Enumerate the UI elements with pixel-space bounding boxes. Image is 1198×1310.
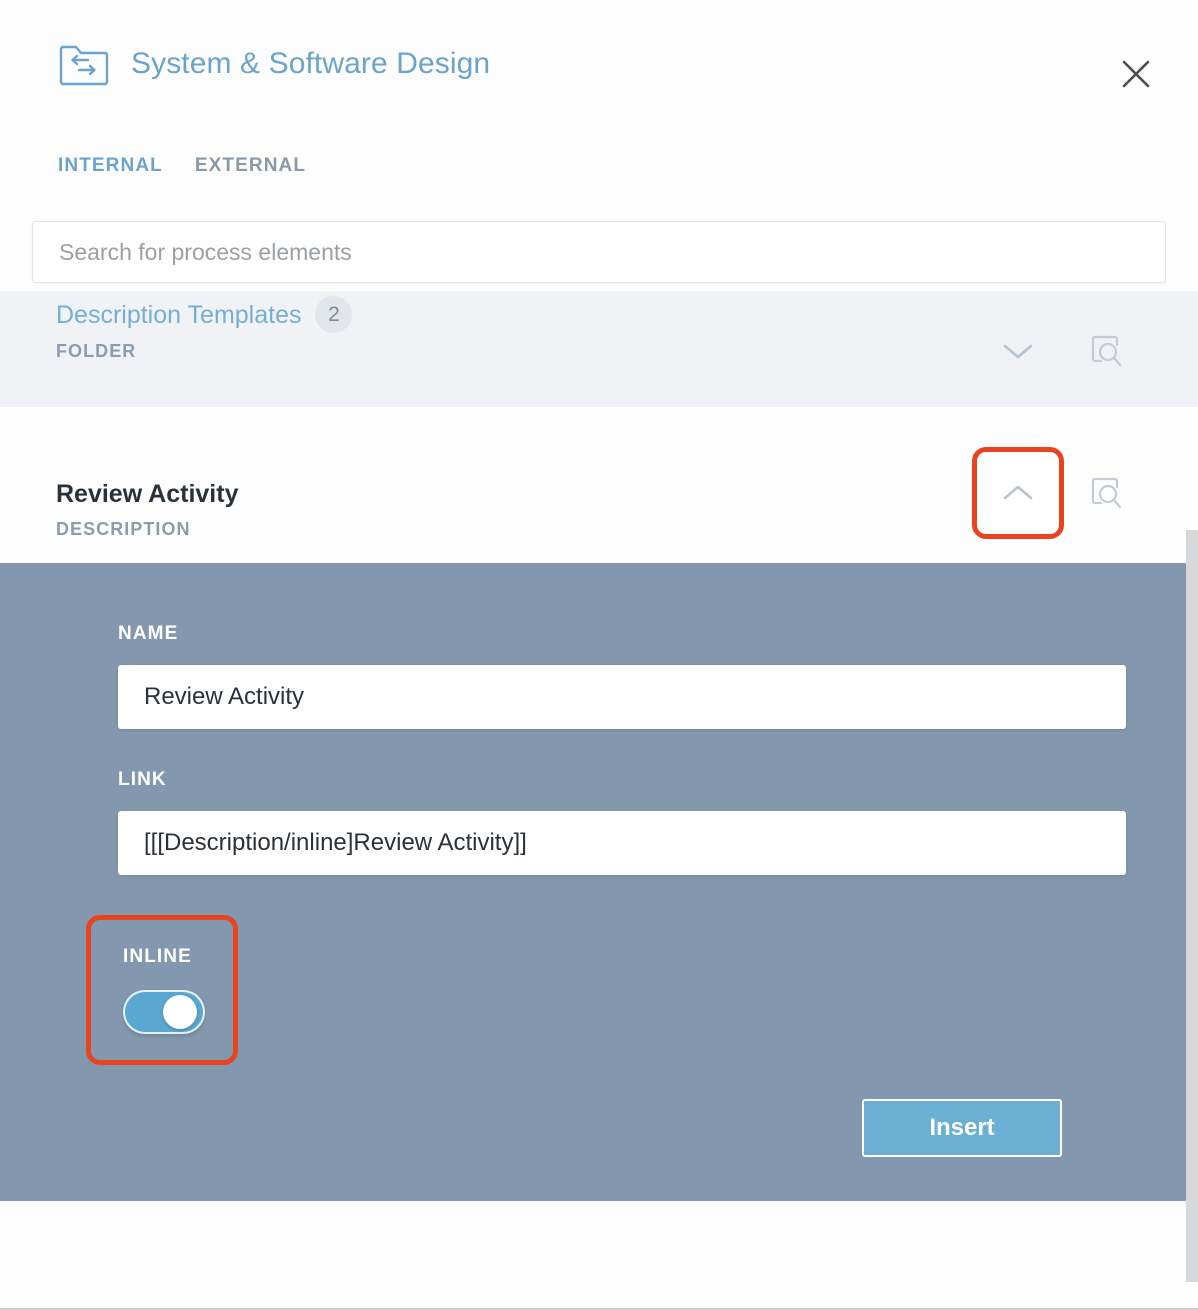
dialog-title-group: System & Software Design (58, 42, 490, 86)
link-field-group: LINK (62, 769, 1126, 875)
list-item-title: Review Activity (56, 480, 239, 508)
preview-folder-button[interactable] (1064, 309, 1148, 393)
page-title: System & Software Design (131, 47, 491, 80)
link-input[interactable] (118, 811, 1126, 875)
preview-element-button[interactable] (1064, 451, 1148, 535)
list-item-actions (972, 305, 1148, 397)
list-item-type: DESCRIPTION (56, 519, 191, 539)
chevron-up-icon (1000, 481, 1036, 505)
chevron-down-icon (1000, 339, 1036, 363)
close-icon (1119, 57, 1153, 91)
dialog-header: System & Software Design (0, 0, 1198, 136)
results-list: Description Templates 2 FOLDER Review Ac… (0, 291, 1198, 1310)
list-item-actions (972, 447, 1148, 539)
preview-search-icon (1087, 474, 1125, 512)
scrollbar-thumb[interactable] (1186, 530, 1198, 1282)
preview-search-icon (1087, 332, 1125, 370)
dialog-footer-strip (0, 1283, 1198, 1310)
tab-external[interactable]: EXTERNAL (195, 153, 306, 179)
insert-element-dialog: System & Software Design INTERNAL EXTERN… (0, 0, 1198, 1310)
name-field-group: NAME (62, 623, 1126, 729)
list-item[interactable]: Description Templates 2 FOLDER (0, 291, 1198, 407)
scrollbar-track[interactable] (1186, 0, 1198, 1310)
list-item-title-line: Review Activity (56, 477, 238, 511)
list-item-title[interactable]: Description Templates (56, 298, 301, 332)
name-field-label: NAME (118, 623, 179, 644)
insert-link-panel: NAME LINK INLINE Insert (0, 563, 1186, 1201)
expand-folder-button[interactable] (972, 305, 1064, 397)
collapse-element-button[interactable] (972, 447, 1064, 539)
status-badge: 2 (315, 296, 353, 333)
folder-exchange-icon (58, 42, 110, 86)
panel-footer: Insert (62, 1099, 1124, 1157)
list-item-title-line: Description Templates 2 (56, 296, 353, 333)
close-button[interactable] (1112, 50, 1160, 98)
list-item-type: FOLDER (56, 341, 137, 361)
insert-button[interactable]: Insert (862, 1099, 1062, 1157)
list-item-text: Review Activity DESCRIPTION (56, 477, 238, 540)
inline-toggle-label: INLINE (123, 946, 192, 967)
list-item-text: Description Templates 2 FOLDER (56, 296, 353, 362)
link-field-label: LINK (118, 769, 167, 790)
tab-internal[interactable]: INTERNAL (58, 153, 163, 179)
search-input[interactable] (33, 222, 1165, 282)
search-field[interactable] (32, 221, 1166, 283)
name-input[interactable] (118, 665, 1126, 729)
list-item[interactable]: Review Activity DESCRIPTION (0, 407, 1198, 563)
inline-toggle[interactable] (123, 990, 205, 1034)
inline-toggle-knob (163, 995, 197, 1029)
inline-toggle-group: INLINE (86, 915, 238, 1065)
source-tabs: INTERNAL EXTERNAL (58, 153, 306, 179)
